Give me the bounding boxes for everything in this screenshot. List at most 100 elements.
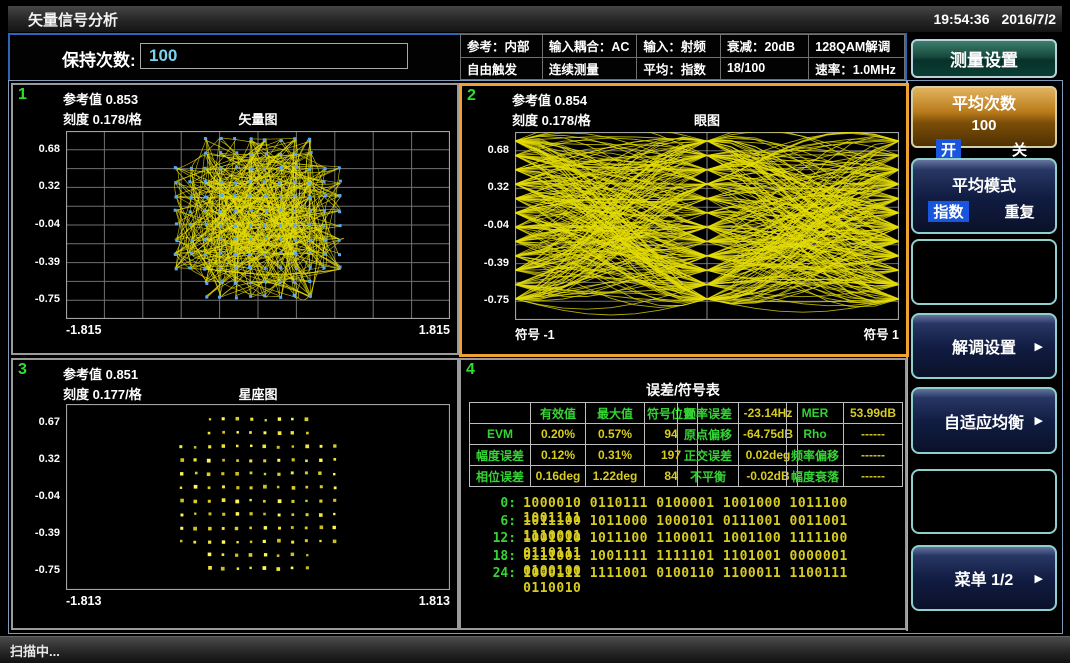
cell: 正交误差 — [678, 445, 739, 466]
cell: ------ — [844, 466, 903, 487]
constellation-plot — [66, 404, 450, 590]
hold-count-label: 保持次数: — [62, 46, 136, 71]
hold-count-input[interactable] — [140, 43, 408, 69]
symbol-bits: 1000111 1111001 0100110 1100011 1100111 … — [523, 566, 905, 584]
cell — [470, 403, 531, 424]
symbol-bits: 1001010 1011100 1100011 1001100 1111100 … — [523, 531, 905, 549]
softkey-blank-2 — [911, 469, 1057, 534]
average-count-button[interactable]: 平均次数 100 开 关 — [911, 86, 1057, 148]
demod-settings-button[interactable]: 解调设置 ▶ — [911, 313, 1057, 379]
cell: EVM — [470, 424, 531, 445]
cell: 53.99dB — [844, 403, 903, 424]
x-axis-labels: -1.815 1.815 — [66, 323, 450, 337]
cell: 频率偏移 — [787, 445, 844, 466]
panel-constellation[interactable]: 3 参考值 0.851 刻度 0.177/格 星座图 0.67 0.32 -0.… — [11, 358, 459, 630]
evm-table: 有效值 最大值 符号位置 EVM 0.20% 0.57% 94 幅度误差 0.1… — [469, 402, 698, 487]
x-max-label: 1.813 — [419, 594, 450, 608]
button-label: 平均模式 — [913, 172, 1055, 196]
cell: 相位误差 — [470, 466, 531, 487]
symbol-index: 12: — [479, 531, 516, 549]
y-tick: 0.67 — [13, 416, 60, 428]
symbol-index: 0: — [479, 496, 516, 514]
x-min-label: -1.813 — [66, 594, 101, 608]
cell: MER — [787, 403, 844, 424]
symbol-index: 24: — [479, 566, 516, 584]
menu-page-button[interactable]: 菜单 1/2 ▶ — [911, 545, 1057, 611]
symbol-row: 18:0111001 1001111 1111101 1101001 00000… — [479, 549, 905, 567]
param-rate: 速率：1.0MHz — [809, 57, 905, 80]
softkey-blank-1 — [911, 239, 1057, 305]
arrow-right-icon: ▶ — [1035, 340, 1043, 353]
option-exponential[interactable]: 指数 — [928, 201, 968, 222]
param-coupling: 输入耦合：AC — [542, 35, 636, 58]
reference-value: 参考值 0.854 — [512, 90, 587, 109]
cell: 有效值 — [531, 403, 586, 424]
clock: 19:54:36 2016/7/2 — [921, 11, 1056, 27]
symbol-left-label: 符号 -1 — [515, 324, 555, 343]
panel-number: 2 — [467, 87, 476, 105]
cell: ------ — [844, 424, 903, 445]
status-text: 扫描中... — [10, 641, 60, 660]
cell: 0.16deg — [531, 466, 586, 487]
y-tick: -0.39 — [462, 257, 509, 269]
cell: 原点偏移 — [678, 424, 739, 445]
panel-vector[interactable]: 1 参考值 0.853 刻度 0.178/格 矢量图 0.68 0.32 -0.… — [11, 83, 459, 355]
time-text: 19:54:36 — [933, 11, 989, 27]
button-label: 测量设置 — [950, 46, 1018, 71]
y-tick: -0.75 — [13, 293, 60, 305]
cell: 幅度衰落 — [787, 466, 844, 487]
freq-error-table: 频率误差 -23.14Hz 原点偏移 -64.75dB 正交误差 0.02deg… — [677, 402, 798, 487]
cell: 1.22deg — [586, 466, 645, 487]
average-mode-button[interactable]: 平均模式 指数 重复 — [911, 158, 1057, 234]
symbol-bits: 1011100 1011000 1000101 0111001 0011001 … — [523, 514, 905, 532]
x-axis-labels: -1.813 1.813 — [66, 594, 450, 608]
symbol-bits: 0111001 1001111 1111101 1101001 0000001 … — [523, 549, 905, 567]
header-strip: 保持次数: 参考：内部 输入耦合：AC 输入：射频 衰减：20dB 128QAM… — [8, 33, 907, 83]
status-bar: 扫描中... — [0, 636, 1070, 663]
panel-number: 4 — [466, 361, 475, 379]
cell: 幅度误差 — [470, 445, 531, 466]
cell: 0.57% — [586, 424, 645, 445]
y-tick: -0.75 — [13, 564, 60, 576]
option-on[interactable]: 开 — [936, 139, 961, 160]
vector-plot — [66, 131, 450, 319]
panel-error-symbol-table[interactable]: 4 误差/符号表 有效值 最大值 符号位置 EVM 0.20% 0.57% 94… — [459, 358, 907, 630]
cell: 最大值 — [586, 403, 645, 424]
cell: 频率误差 — [678, 403, 739, 424]
main-frame: 1 参考值 0.853 刻度 0.178/格 矢量图 0.68 0.32 -0.… — [8, 80, 1063, 634]
measure-settings-button[interactable]: 测量设置 — [911, 39, 1057, 78]
panel-number: 3 — [18, 361, 27, 379]
param-reference: 参考：内部 — [461, 35, 543, 58]
y-tick: 0.68 — [13, 143, 60, 155]
param-sweep: 连续测量 — [542, 57, 636, 80]
plot-title: 星座图 — [66, 384, 450, 403]
arrow-right-icon: ▶ — [1035, 414, 1043, 427]
panel-number: 1 — [18, 86, 27, 104]
param-demod-type: 128QAM解调 — [809, 35, 905, 58]
button-label: 解调设置 — [952, 334, 1016, 358]
symbol-row: 12: 1001010 1011100 1100011 1001100 11111… — [479, 531, 905, 549]
date-text: 2016/7/2 — [1002, 11, 1057, 27]
symbol-row: 6:1011100 1011000 1000101 0111001 001100… — [479, 514, 905, 532]
param-trigger: 自由触发 — [461, 57, 543, 80]
adaptive-equalizer-button[interactable]: 自适应均衡 ▶ — [911, 387, 1057, 454]
app-title: 矢量信号分析 — [28, 9, 118, 30]
x-max-label: 1.815 — [419, 323, 450, 337]
y-tick: -0.39 — [13, 256, 60, 268]
measurement-params-table: 参考：内部 输入耦合：AC 输入：射频 衰减：20dB 128QAM解调 自由触… — [460, 34, 905, 80]
option-repeat[interactable]: 重复 — [999, 201, 1039, 222]
param-attenuation: 衰减：20dB — [720, 35, 808, 58]
option-off[interactable]: 关 — [1007, 139, 1032, 160]
y-tick: -0.39 — [13, 527, 60, 539]
error-table-title: 误差/符号表 — [461, 380, 905, 400]
y-tick: 0.68 — [462, 144, 509, 156]
cell: ------ — [844, 445, 903, 466]
button-label: 自适应均衡 — [944, 409, 1024, 433]
x-axis-labels: 符号 -1 符号 1 — [515, 324, 899, 343]
arrow-right-icon: ▶ — [1035, 572, 1043, 585]
y-tick: -0.04 — [13, 490, 60, 502]
y-tick: -0.04 — [13, 218, 60, 230]
panel-eye[interactable]: 2 参考值 0.854 刻度 0.178/格 眼图 0.68 0.32 -0.0… — [459, 83, 909, 357]
cell: 0.31% — [586, 445, 645, 466]
plot-title: 矢量图 — [66, 109, 450, 128]
